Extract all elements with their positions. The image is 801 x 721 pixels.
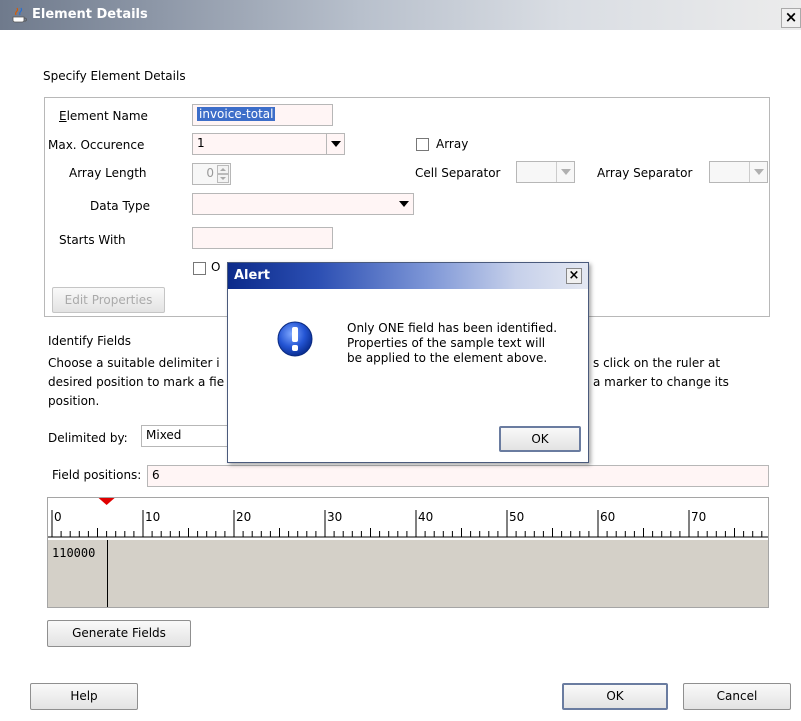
ruler-tick-label: 0 [54, 510, 62, 524]
field-positions-value: 6 [152, 468, 160, 482]
starts-with-input[interactable] [192, 227, 333, 249]
option-checkbox-label: O [211, 260, 221, 274]
delimited-by-select[interactable]: Mixed [141, 425, 229, 447]
element-name-label-rest: lement Name [66, 109, 148, 123]
cell-separator-select[interactable] [516, 161, 575, 183]
alert-ok-label: OK [531, 432, 549, 446]
array-length-spinner[interactable]: 0 [192, 163, 231, 185]
ruler-tick-label: 60 [600, 510, 615, 524]
cell-separator-label: Cell Separator [415, 166, 501, 180]
data-type-select[interactable] [192, 193, 414, 215]
identify-desc-line2-left: desired position to mark a fie [48, 375, 225, 389]
edit-properties-button[interactable]: Edit Properties [52, 287, 165, 313]
delimited-by-label: Delimited by: [48, 431, 128, 445]
ok-label: OK [606, 689, 624, 703]
ruler-tick-label: 20 [236, 510, 251, 524]
ruler-tick-label: 70 [691, 510, 706, 524]
array-checkbox[interactable] [416, 138, 429, 151]
element-name-input[interactable]: invoice-total [192, 104, 333, 126]
chevron-down-icon[interactable] [749, 162, 767, 182]
field-positions-label: Field positions: [52, 468, 142, 482]
dialog-title-bar[interactable]: Element Details × [0, 0, 801, 30]
data-type-label: Data Type [90, 199, 151, 213]
ok-button[interactable]: OK [562, 683, 668, 710]
identify-desc-line2-right: a marker to change its [593, 375, 729, 389]
spinner-arrows-icon[interactable] [217, 165, 229, 183]
field-ruler[interactable]: 0 10 20 30 40 50 60 70 110000 [47, 497, 769, 608]
max-occurence-label: Max. Occurence [48, 138, 144, 152]
identify-desc-line3: position. [48, 394, 100, 408]
field-marker-line[interactable] [107, 540, 108, 607]
cancel-button[interactable]: Cancel [683, 683, 791, 710]
dialog-title: Element Details [32, 7, 148, 22]
identify-desc-line1-left: Choose a suitable delimiter i [48, 356, 220, 370]
element-name-label: Element Name [59, 109, 148, 123]
max-occurence-select[interactable]: 1 [192, 133, 345, 155]
ruler-tick-label: 30 [327, 510, 342, 524]
chevron-down-icon[interactable] [395, 194, 413, 214]
option-checkbox[interactable] [193, 262, 206, 275]
chevron-down-icon[interactable] [556, 162, 574, 182]
alert-message: Only ONE field has been identified. Prop… [347, 321, 558, 365]
array-length-value: 0 [206, 166, 214, 180]
starts-with-label: Starts With [59, 233, 126, 247]
identify-desc-line1-right: s click on the ruler at [593, 356, 721, 370]
alert-title-bar[interactable]: Alert × [228, 263, 588, 289]
generate-fields-label: Generate Fields [72, 626, 166, 640]
identify-heading: Identify Fields [48, 334, 132, 348]
array-label: Array [436, 137, 469, 151]
alert-dialog: Alert × Only ONE field has been identifi… [227, 262, 589, 463]
chevron-down-icon[interactable] [326, 134, 344, 154]
sample-text: 110000 [52, 546, 96, 560]
delimited-by-value: Mixed [146, 428, 182, 442]
help-button[interactable]: Help [30, 683, 138, 710]
ruler-tick-label: 50 [509, 510, 524, 524]
element-name-value: invoice-total [197, 107, 276, 121]
max-occurence-label-text: Max. Occurence [48, 138, 145, 152]
alert-title: Alert [234, 268, 270, 283]
ruler-tick-label: 10 [145, 510, 160, 524]
array-separator-select[interactable] [709, 161, 768, 183]
sample-text-area: 110000 [48, 540, 768, 607]
generate-fields-button[interactable]: Generate Fields [47, 620, 191, 647]
info-exclamation-icon [277, 321, 313, 357]
array-separator-label: Array Separator [597, 166, 693, 180]
array-length-label: Array Length [69, 166, 147, 180]
ruler-scale[interactable]: 0 10 20 30 40 50 60 70 [48, 498, 768, 540]
specify-heading: Specify Element Details [43, 69, 186, 83]
app-icon [12, 7, 27, 23]
field-marker-icon[interactable] [98, 498, 115, 505]
field-positions-input[interactable]: 6 [147, 465, 769, 487]
help-label: Help [70, 689, 98, 703]
max-occurence-value: 1 [197, 136, 205, 150]
ruler-tick-label: 40 [418, 510, 433, 524]
close-icon[interactable]: × [781, 8, 801, 28]
cancel-label: Cancel [716, 689, 758, 703]
alert-ok-button[interactable]: OK [499, 426, 581, 452]
alert-close-icon[interactable]: × [566, 268, 582, 284]
